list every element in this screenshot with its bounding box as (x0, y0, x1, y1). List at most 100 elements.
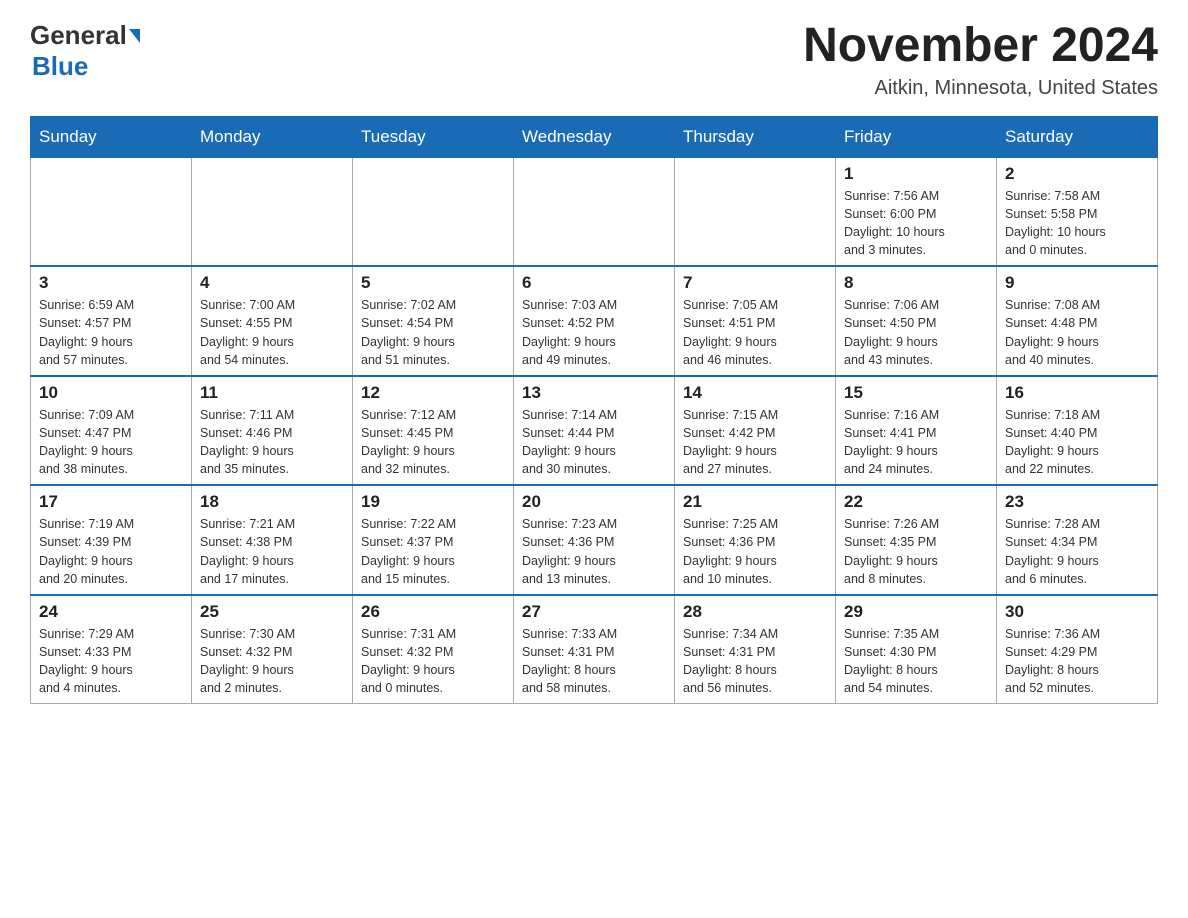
day-number: 24 (39, 602, 183, 622)
weekday-header-friday: Friday (836, 116, 997, 157)
calendar-cell: 21 Sunrise: 7:25 AM Sunset: 4:36 PM Dayli… (675, 485, 836, 595)
weekday-header-row: SundayMondayTuesdayWednesdayThursdayFrid… (31, 116, 1158, 157)
title-block: November 2024 Aitkin, Minnesota, United … (803, 20, 1158, 100)
day-number: 12 (361, 383, 505, 403)
day-number: 19 (361, 492, 505, 512)
calendar-cell: 1 Sunrise: 7:56 AM Sunset: 6:00 PM Daylig… (836, 157, 997, 266)
day-info: Sunrise: 7:06 AM Sunset: 4:50 PM Dayligh… (844, 296, 988, 369)
logo: General Blue (30, 20, 140, 82)
calendar-cell: 9 Sunrise: 7:08 AM Sunset: 4:48 PM Daylig… (997, 266, 1158, 376)
calendar-cell: 6 Sunrise: 7:03 AM Sunset: 4:52 PM Daylig… (514, 266, 675, 376)
day-number: 10 (39, 383, 183, 403)
month-title: November 2024 (803, 20, 1158, 73)
weekday-header-wednesday: Wednesday (514, 116, 675, 157)
day-info: Sunrise: 7:29 AM Sunset: 4:33 PM Dayligh… (39, 625, 183, 698)
week-row-2: 3 Sunrise: 6:59 AM Sunset: 4:57 PM Daylig… (31, 266, 1158, 376)
calendar-cell (353, 157, 514, 266)
day-number: 13 (522, 383, 666, 403)
day-info: Sunrise: 6:59 AM Sunset: 4:57 PM Dayligh… (39, 296, 183, 369)
day-number: 9 (1005, 273, 1149, 293)
week-row-4: 17Sunrise: 7:19 AM Sunset: 4:39 PM Dayli… (31, 485, 1158, 595)
day-number: 14 (683, 383, 827, 403)
day-number: 15 (844, 383, 988, 403)
day-number: 25 (200, 602, 344, 622)
day-number: 23 (1005, 492, 1149, 512)
calendar-cell: 12 Sunrise: 7:12 AM Sunset: 4:45 PM Dayli… (353, 376, 514, 486)
calendar-cell: 22 Sunrise: 7:26 AM Sunset: 4:35 PM Dayli… (836, 485, 997, 595)
calendar-cell: 14 Sunrise: 7:15 AM Sunset: 4:42 PM Dayli… (675, 376, 836, 486)
day-number: 16 (1005, 383, 1149, 403)
calendar-cell: 11Sunrise: 7:11 AM Sunset: 4:46 PM Dayli… (192, 376, 353, 486)
logo-blue: Blue (32, 51, 88, 82)
day-number: 28 (683, 602, 827, 622)
weekday-header-saturday: Saturday (997, 116, 1158, 157)
day-info: Sunrise: 7:34 AM Sunset: 4:31 PM Dayligh… (683, 625, 827, 698)
day-number: 18 (200, 492, 344, 512)
day-info: Sunrise: 7:21 AM Sunset: 4:38 PM Dayligh… (200, 515, 344, 588)
day-number: 29 (844, 602, 988, 622)
day-info: Sunrise: 7:15 AM Sunset: 4:42 PM Dayligh… (683, 406, 827, 479)
day-info: Sunrise: 7:08 AM Sunset: 4:48 PM Dayligh… (1005, 296, 1149, 369)
day-info: Sunrise: 7:02 AM Sunset: 4:54 PM Dayligh… (361, 296, 505, 369)
day-info: Sunrise: 7:12 AM Sunset: 4:45 PM Dayligh… (361, 406, 505, 479)
day-info: Sunrise: 7:31 AM Sunset: 4:32 PM Dayligh… (361, 625, 505, 698)
calendar-cell: 15 Sunrise: 7:16 AM Sunset: 4:41 PM Dayli… (836, 376, 997, 486)
weekday-header-thursday: Thursday (675, 116, 836, 157)
day-number: 27 (522, 602, 666, 622)
day-info: Sunrise: 7:56 AM Sunset: 6:00 PM Dayligh… (844, 187, 988, 260)
day-number: 6 (522, 273, 666, 293)
day-info: Sunrise: 7:26 AM Sunset: 4:35 PM Dayligh… (844, 515, 988, 588)
day-number: 22 (844, 492, 988, 512)
calendar-cell: 19 Sunrise: 7:22 AM Sunset: 4:37 PM Dayli… (353, 485, 514, 595)
logo-arrow-icon (129, 29, 140, 43)
calendar-cell: 26 Sunrise: 7:31 AM Sunset: 4:32 PM Dayli… (353, 595, 514, 704)
calendar-cell: 5 Sunrise: 7:02 AM Sunset: 4:54 PM Daylig… (353, 266, 514, 376)
calendar-cell: 28 Sunrise: 7:34 AM Sunset: 4:31 PM Dayli… (675, 595, 836, 704)
day-number: 21 (683, 492, 827, 512)
day-info: Sunrise: 7:30 AM Sunset: 4:32 PM Dayligh… (200, 625, 344, 698)
day-number: 26 (361, 602, 505, 622)
calendar-cell: 30Sunrise: 7:36 AM Sunset: 4:29 PM Dayli… (997, 595, 1158, 704)
subtitle: Aitkin, Minnesota, United States (803, 77, 1158, 100)
week-row-1: 1 Sunrise: 7:56 AM Sunset: 6:00 PM Daylig… (31, 157, 1158, 266)
day-info: Sunrise: 7:35 AM Sunset: 4:30 PM Dayligh… (844, 625, 988, 698)
day-info: Sunrise: 7:25 AM Sunset: 4:36 PM Dayligh… (683, 515, 827, 588)
calendar-cell: 20 Sunrise: 7:23 AM Sunset: 4:36 PM Dayli… (514, 485, 675, 595)
day-info: Sunrise: 7:14 AM Sunset: 4:44 PM Dayligh… (522, 406, 666, 479)
day-number: 7 (683, 273, 827, 293)
day-number: 5 (361, 273, 505, 293)
day-info: Sunrise: 7:18 AM Sunset: 4:40 PM Dayligh… (1005, 406, 1149, 479)
day-info: Sunrise: 7:09 AM Sunset: 4:47 PM Dayligh… (39, 406, 183, 479)
day-info: Sunrise: 7:58 AM Sunset: 5:58 PM Dayligh… (1005, 187, 1149, 260)
calendar-cell: 29 Sunrise: 7:35 AM Sunset: 4:30 PM Dayli… (836, 595, 997, 704)
calendar-cell: 2 Sunrise: 7:58 AM Sunset: 5:58 PM Daylig… (997, 157, 1158, 266)
calendar-cell (31, 157, 192, 266)
day-number: 30 (1005, 602, 1149, 622)
calendar-cell: 8 Sunrise: 7:06 AM Sunset: 4:50 PM Daylig… (836, 266, 997, 376)
calendar-cell: 18 Sunrise: 7:21 AM Sunset: 4:38 PM Dayli… (192, 485, 353, 595)
calendar-cell (192, 157, 353, 266)
day-info: Sunrise: 7:11 AM Sunset: 4:46 PM Dayligh… (200, 406, 344, 479)
calendar-cell (675, 157, 836, 266)
day-number: 20 (522, 492, 666, 512)
calendar-cell: 4Sunrise: 7:00 AM Sunset: 4:55 PM Daylig… (192, 266, 353, 376)
calendar-cell: 25 Sunrise: 7:30 AM Sunset: 4:32 PM Dayli… (192, 595, 353, 704)
day-number: 4 (200, 273, 344, 293)
calendar-cell: 10 Sunrise: 7:09 AM Sunset: 4:47 PM Dayli… (31, 376, 192, 486)
day-number: 8 (844, 273, 988, 293)
calendar-cell: 3 Sunrise: 6:59 AM Sunset: 4:57 PM Daylig… (31, 266, 192, 376)
day-info: Sunrise: 7:05 AM Sunset: 4:51 PM Dayligh… (683, 296, 827, 369)
day-number: 1 (844, 164, 988, 184)
day-info: Sunrise: 7:23 AM Sunset: 4:36 PM Dayligh… (522, 515, 666, 588)
day-number: 3 (39, 273, 183, 293)
weekday-header-sunday: Sunday (31, 116, 192, 157)
weekday-header-tuesday: Tuesday (353, 116, 514, 157)
weekday-header-monday: Monday (192, 116, 353, 157)
day-info: Sunrise: 7:16 AM Sunset: 4:41 PM Dayligh… (844, 406, 988, 479)
calendar-cell: 13 Sunrise: 7:14 AM Sunset: 4:44 PM Dayli… (514, 376, 675, 486)
logo-general: General (30, 20, 127, 51)
day-info: Sunrise: 7:22 AM Sunset: 4:37 PM Dayligh… (361, 515, 505, 588)
week-row-5: 24 Sunrise: 7:29 AM Sunset: 4:33 PM Dayli… (31, 595, 1158, 704)
day-info: Sunrise: 7:03 AM Sunset: 4:52 PM Dayligh… (522, 296, 666, 369)
day-number: 2 (1005, 164, 1149, 184)
